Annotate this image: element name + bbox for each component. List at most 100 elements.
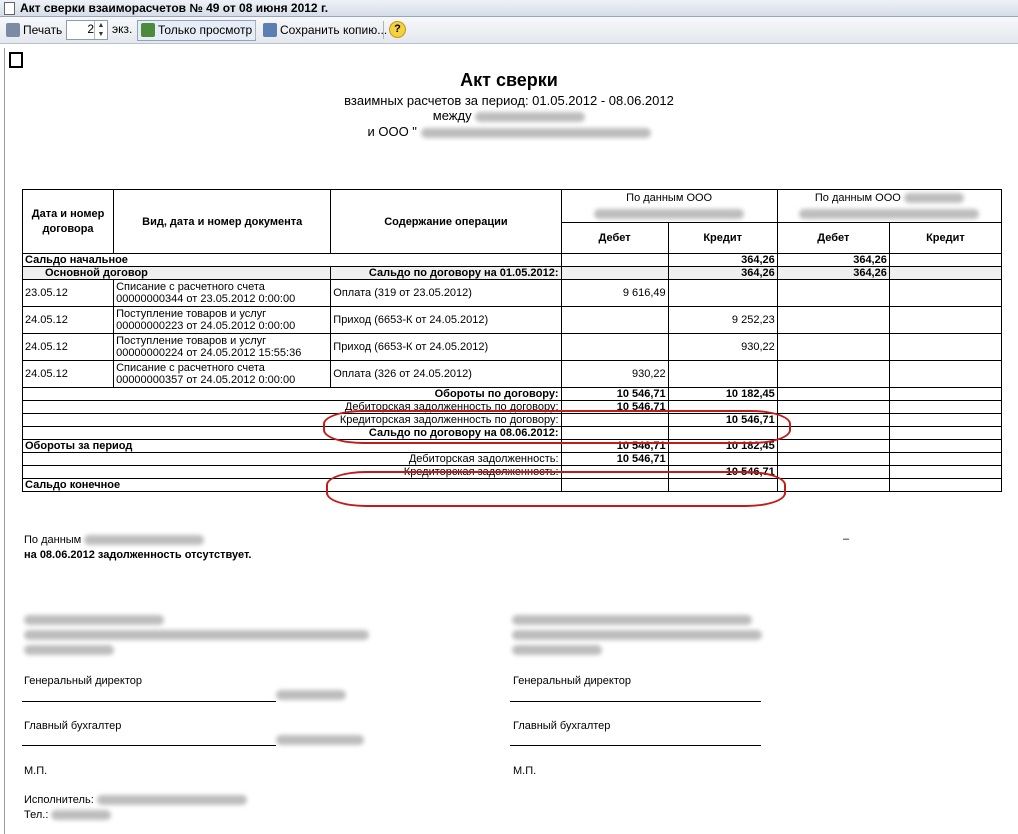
row-debit xyxy=(560,333,669,361)
stamp-label-left: М.П. xyxy=(24,765,48,777)
redacted-company xyxy=(475,111,586,122)
cell-empty xyxy=(776,426,890,440)
cell-empty xyxy=(560,266,669,280)
cell-empty xyxy=(888,439,1003,453)
redacted-phone xyxy=(51,810,112,821)
contract-saldo-label: Сальдо по договору на 01.05.2012: xyxy=(330,266,562,280)
chief-acc-label-left: Главный бухгалтер xyxy=(24,720,122,732)
header-ours-label: По данным ООО xyxy=(626,192,713,204)
cell-empty xyxy=(776,360,890,388)
table-row: 23.05.12 Списание с расчетного счета 0000… xyxy=(21,279,1003,307)
contract-label: Основной договор xyxy=(21,266,332,280)
redacted-company xyxy=(420,127,651,138)
executor-line: Исполнитель: xyxy=(24,794,247,806)
page-border xyxy=(4,48,5,834)
floppy-disk-icon xyxy=(263,23,277,37)
window-title: Акт сверки взаиморасчетов № 49 от 08 июн… xyxy=(20,1,329,15)
cell-empty xyxy=(776,306,890,334)
view-only-toggle[interactable]: Только просмотр xyxy=(137,20,257,41)
header-debit-theirs: Дебет xyxy=(776,222,890,254)
dash: – xyxy=(843,533,850,545)
cell-empty xyxy=(888,465,1003,479)
header-content: Содержание операции xyxy=(330,189,562,254)
row-date: 24.05.12 xyxy=(21,306,115,334)
copies-value: 2 xyxy=(87,22,94,36)
row-document-type: Поступление товаров и услуг xyxy=(116,308,267,320)
executor-label: Исполнитель: xyxy=(24,794,94,806)
row-date: 24.05.12 xyxy=(21,333,115,361)
row-content: Приход (6653-К от 24.05.2012) xyxy=(330,333,562,361)
redacted-address xyxy=(24,629,369,641)
redacted-inn xyxy=(24,645,114,656)
row-debit: 9 616,49 xyxy=(560,279,669,307)
debt-debit-label: Дебиторская задолженность: xyxy=(22,452,562,466)
header-debit-ours: Дебет xyxy=(560,222,669,254)
cell-empty xyxy=(776,333,890,361)
save-copy-button[interactable]: Сохранить копию... xyxy=(259,20,391,41)
redacted-company xyxy=(903,193,964,204)
redacted-signature xyxy=(276,734,364,746)
row-document-number: 00000000223 от 24.05.2012 0:00:00 xyxy=(116,320,296,332)
row-document: Списание с расчетного счета 00000000344 о… xyxy=(113,279,332,307)
copies-stepper[interactable]: 2 ▲ ▼ xyxy=(66,20,108,40)
copies-unit: экз. xyxy=(112,22,133,36)
window-titlebar: Акт сверки взаиморасчетов № 49 от 08 июн… xyxy=(0,0,1018,17)
cell-empty xyxy=(776,452,890,466)
cell-marker xyxy=(9,52,23,68)
between-label: между xyxy=(432,108,472,123)
redacted-inn xyxy=(512,645,602,656)
cell-empty xyxy=(888,413,1003,427)
signature-line xyxy=(22,701,276,702)
chief-acc-label-right: Главный бухгалтер xyxy=(513,720,611,732)
row-document-type: Списание с расчетного счета xyxy=(116,281,265,293)
turnover-contract-label: Обороты по договору: xyxy=(22,387,562,401)
redacted-inn xyxy=(24,644,114,656)
and-line: и ООО " xyxy=(0,124,1018,139)
row-date: 23.05.12 xyxy=(21,279,115,307)
redacted-signature xyxy=(276,689,346,701)
row-document-number: 00000000344 от 23.05.2012 0:00:00 xyxy=(116,293,296,305)
print-button[interactable]: Печать xyxy=(2,20,66,41)
table-row: 24.05.12 Поступление товаров и услуг 0000… xyxy=(21,306,1003,334)
cell-empty xyxy=(888,279,1003,307)
signature-line xyxy=(22,745,276,746)
cell-empty xyxy=(888,387,1003,401)
table-row: 24.05.12 Списание с расчетного счета 0000… xyxy=(21,360,1003,388)
turnover-contract-row: Обороты по договору: 10 546,71 10 182,45 xyxy=(22,387,1003,401)
row-debit: 930,22 xyxy=(560,360,669,388)
gen-dir-label-left: Генеральный директор xyxy=(24,675,142,687)
cell-empty xyxy=(888,266,1003,280)
turnover-contract-debit: 10 546,71 xyxy=(560,387,669,401)
cell-empty xyxy=(560,253,669,267)
header-date: Дата и номер договора xyxy=(21,189,115,254)
stepper-arrows-icon[interactable]: ▲ ▼ xyxy=(94,21,107,39)
row-credit: 930,22 xyxy=(667,333,778,361)
redacted-company xyxy=(512,614,752,626)
row-document: Списание с расчетного счета 00000000357 о… xyxy=(113,360,332,388)
document-icon xyxy=(4,2,15,15)
row-document-type: Списание с расчетного счета xyxy=(116,362,265,374)
saldo-start-row: Сальдо начальное 364,26 364,26 xyxy=(22,253,1003,267)
help-icon[interactable]: ? xyxy=(389,21,406,38)
cell-empty xyxy=(776,400,890,414)
header-theirs-label: По данным ООО xyxy=(814,192,901,204)
by-data-label: По данным xyxy=(24,534,82,546)
cell-empty xyxy=(667,452,778,466)
header-ours: По данным ООО xyxy=(560,189,778,223)
redacted-company xyxy=(84,535,205,546)
cell-empty xyxy=(776,478,890,492)
cell-empty xyxy=(776,439,890,453)
saldo-start-credit: 364,26 xyxy=(667,253,778,267)
redacted-company xyxy=(24,615,164,626)
toolbar-separator xyxy=(383,21,384,39)
row-content: Оплата (326 от 24.05.2012) xyxy=(330,360,562,388)
redacted-company xyxy=(512,615,752,626)
debt-debit-row: Дебиторская задолженность: 10 546,71 xyxy=(22,452,1003,466)
row-credit xyxy=(667,360,778,388)
redacted-name xyxy=(96,795,247,806)
contract-saldo-credit: 364,26 xyxy=(667,266,778,280)
contract-row: Основной договор Сальдо по договору на 0… xyxy=(21,266,1003,280)
save-copy-label: Сохранить копию... xyxy=(280,23,388,37)
highlight-oval-period xyxy=(326,471,786,507)
turnover-contract-credit: 10 182,45 xyxy=(667,387,778,401)
